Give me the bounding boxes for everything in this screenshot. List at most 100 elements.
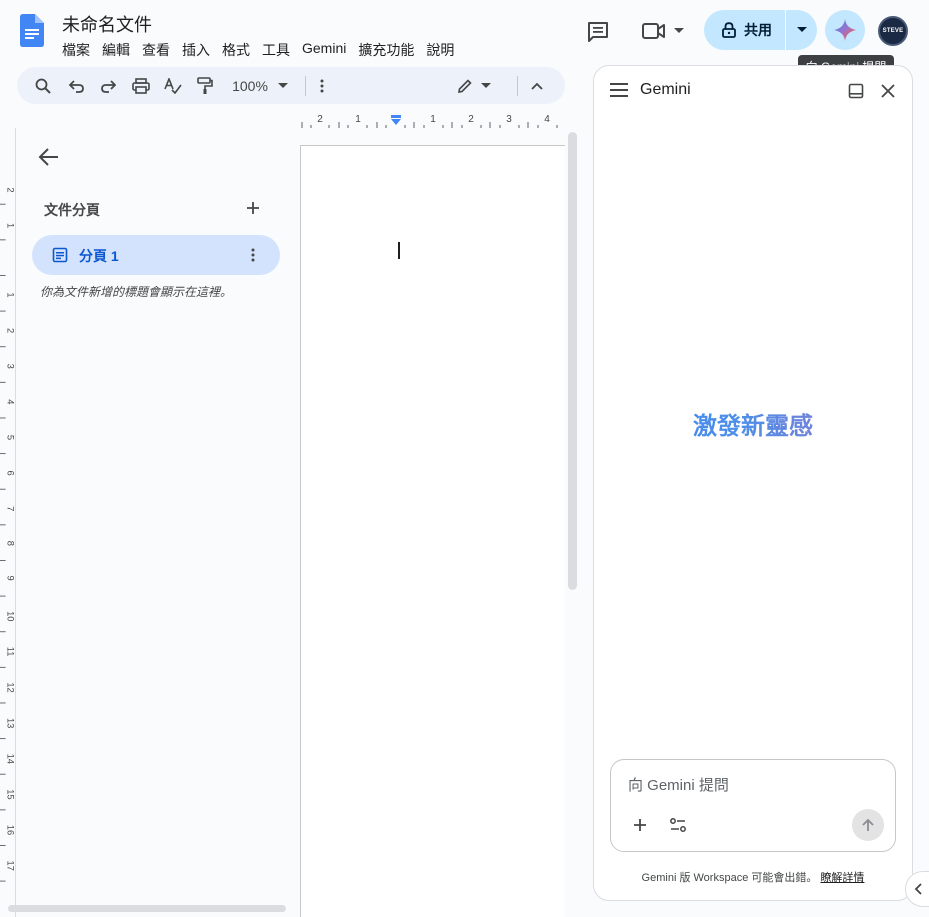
- ruler-label: 10: [6, 611, 16, 621]
- gemini-sparkle-icon: [834, 19, 856, 41]
- headings-hint: 你為文件新增的標題會顯示在這裡。: [40, 285, 233, 299]
- ruler-label: 6: [6, 470, 16, 475]
- horizontal-scrollbar[interactable]: [8, 905, 286, 912]
- horizontal-ruler[interactable]: 2 1 1 2 3 4: [300, 112, 565, 128]
- gemini-prompt-input[interactable]: 向 Gemini 提問: [628, 774, 729, 795]
- menu-view[interactable]: 查看: [136, 38, 176, 62]
- more-tools-button[interactable]: [312, 67, 332, 104]
- account-avatar[interactable]: STEVE: [878, 16, 908, 46]
- zoom-select[interactable]: 100%: [225, 67, 295, 104]
- lock-icon: [722, 22, 736, 38]
- ruler-label: 2: [468, 114, 474, 125]
- menu-edit[interactable]: 編輯: [96, 38, 136, 62]
- chevron-down-icon: [277, 82, 288, 88]
- paint-format-button[interactable]: [193, 67, 217, 104]
- ruler-label: 1: [6, 292, 16, 297]
- ruler-label: 17: [6, 860, 16, 870]
- video-camera-icon: [642, 23, 665, 39]
- avatar-text: STEVE: [882, 28, 904, 34]
- ruler-label: 4: [544, 114, 550, 125]
- indent-marker[interactable]: [391, 119, 401, 125]
- text-cursor: [398, 242, 400, 259]
- side-panel-toggle[interactable]: [905, 871, 929, 907]
- ruler-label: 14: [6, 754, 16, 764]
- ruler-label: 9: [6, 575, 16, 580]
- tab-item-1[interactable]: 分頁 1: [32, 235, 280, 275]
- document-page[interactable]: [300, 145, 565, 917]
- meet-button[interactable]: [638, 16, 688, 46]
- chevron-down-icon: [674, 28, 684, 33]
- ruler-label: 1: [355, 114, 361, 125]
- indent-marker[interactable]: [391, 115, 401, 118]
- gemini-prompt-box[interactable]: 向 Gemini 提問: [610, 759, 896, 852]
- share-button-group: 共用: [704, 10, 817, 50]
- more-vert-icon[interactable]: [245, 247, 261, 263]
- ruler-label: 7: [6, 506, 16, 511]
- ruler-label: 1: [430, 114, 436, 125]
- menu-bar: 檔案 編輯 查看 插入 格式 工具 Gemini 擴充功能 說明: [56, 38, 460, 62]
- ruler-label: 2: [317, 114, 323, 125]
- comment-icon: [588, 22, 608, 42]
- back-arrow-icon[interactable]: [38, 146, 60, 168]
- undo-button[interactable]: [65, 67, 89, 104]
- menu-tools[interactable]: 工具: [256, 38, 296, 62]
- ruler-label: 12: [6, 682, 16, 692]
- gemini-side-panel: Gemini 激發新靈感 向 Gemini 提問 Gemini 版 Worksp…: [593, 65, 913, 901]
- add-tab-icon[interactable]: [244, 199, 262, 217]
- toolbar: 100%: [17, 67, 565, 104]
- docs-logo-icon[interactable]: [20, 14, 44, 47]
- redo-button[interactable]: [96, 67, 120, 104]
- document-tabs-heading: 文件分頁: [44, 202, 100, 218]
- menu-help[interactable]: 說明: [420, 38, 460, 62]
- comments-button[interactable]: [584, 18, 612, 46]
- ask-gemini-button[interactable]: [825, 10, 865, 50]
- chevron-down-icon: [481, 82, 491, 88]
- vertical-ruler[interactable]: 2 1 1 2 3 4 5 6 7 8 9 10 11 12 13 14 15 …: [0, 128, 16, 917]
- share-button[interactable]: 共用: [704, 10, 785, 50]
- spellcheck-icon: [164, 77, 182, 94]
- print-icon: [132, 77, 150, 94]
- menu-format[interactable]: 格式: [216, 38, 256, 62]
- ruler-label: 15: [6, 789, 16, 799]
- ruler-label: 2: [6, 328, 16, 333]
- paint-format-icon: [197, 76, 213, 94]
- chevron-down-icon: [796, 27, 807, 32]
- menu-insert[interactable]: 插入: [176, 38, 216, 62]
- menu-gemini[interactable]: Gemini: [296, 38, 352, 62]
- document-tab-icon: [52, 247, 68, 263]
- ruler-label: 4: [6, 399, 16, 404]
- more-vert-icon: [320, 79, 324, 92]
- ruler-label: 13: [6, 718, 16, 728]
- send-button[interactable]: [852, 809, 884, 841]
- pencil-icon: [458, 78, 472, 93]
- close-icon[interactable]: [880, 83, 896, 99]
- ruler-label: 11: [6, 647, 16, 657]
- ruler-label: 16: [6, 825, 16, 835]
- add-icon[interactable]: [631, 816, 649, 834]
- ruler-label: 3: [6, 364, 16, 369]
- menu-file[interactable]: 檔案: [56, 38, 96, 62]
- undo-icon: [69, 79, 84, 93]
- dock-panel-icon[interactable]: [848, 83, 864, 99]
- zoom-value: 100%: [232, 77, 268, 94]
- hide-menus-button[interactable]: [525, 67, 549, 104]
- ruler-label: 8: [6, 541, 16, 546]
- hamburger-menu-icon[interactable]: [610, 83, 628, 97]
- vertical-scrollbar[interactable]: [568, 132, 577, 590]
- editing-mode-button[interactable]: [453, 67, 495, 104]
- spelling-check-button[interactable]: [161, 67, 185, 104]
- learn-more-link[interactable]: 瞭解詳情: [820, 872, 864, 884]
- tune-settings-icon[interactable]: [669, 816, 687, 834]
- document-title[interactable]: 未命名文件: [62, 11, 152, 37]
- search-menus-button[interactable]: [31, 67, 55, 104]
- gemini-disclaimer: Gemini 版 Workspace 可能會出錯。 瞭解詳情: [594, 869, 912, 885]
- gemini-panel-title: Gemini: [640, 81, 691, 98]
- arrow-up-icon: [862, 818, 874, 831]
- chevron-up-icon: [531, 82, 543, 90]
- ruler-label: 5: [6, 435, 16, 440]
- share-dropdown-button[interactable]: [785, 10, 817, 50]
- print-button[interactable]: [129, 67, 153, 104]
- toolbar-divider: [305, 76, 306, 96]
- menu-extensions[interactable]: 擴充功能: [352, 38, 420, 62]
- tab-label: 分頁 1: [79, 248, 119, 264]
